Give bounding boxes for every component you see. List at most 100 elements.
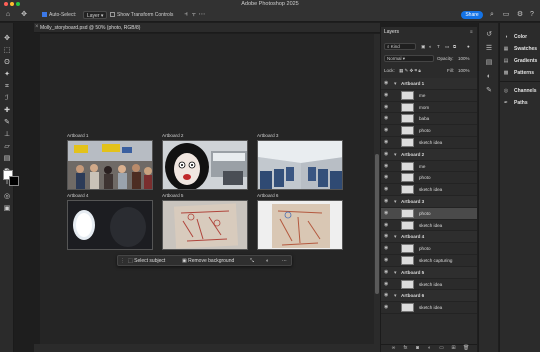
move-tool-icon[interactable]: ✥ <box>20 11 28 19</box>
visibility-eye-icon[interactable]: ◉ <box>384 198 390 204</box>
panel-channels[interactable]: ◎ Channels <box>500 86 540 96</box>
help-icon[interactable]: ? <box>528 11 536 19</box>
move-tool-icon[interactable]: ✥ <box>3 35 11 43</box>
fill-value[interactable]: 100% <box>458 68 470 73</box>
show-transform-checkbox[interactable]: Show Transform Controls <box>110 11 173 19</box>
layers-tab[interactable]: Layers <box>384 29 399 35</box>
filter-smart-icon[interactable]: ⧉ <box>453 44 456 49</box>
layer-name[interactable]: Artboard 4 <box>401 234 424 239</box>
layer-row[interactable]: ◉ sketch capturing <box>381 255 477 267</box>
adjustments-icon[interactable]: ◐ <box>485 73 493 81</box>
layer-name[interactable]: sketch idea <box>419 223 442 228</box>
share-button[interactable]: Share <box>461 11 483 19</box>
visibility-eye-icon[interactable]: ◉ <box>384 92 390 98</box>
filter-pixel-icon[interactable]: ▣ <box>421 44 425 50</box>
visibility-eye-icon[interactable]: ◉ <box>384 210 390 216</box>
artboard-6[interactable] <box>257 200 343 250</box>
layer-thumbnail[interactable] <box>401 114 414 124</box>
layer-group-row[interactable]: ◉ ▾ Artboard 4 <box>381 231 477 244</box>
layer-group-row[interactable]: ◉ ▾ Artboard 6 <box>381 290 477 303</box>
blend-mode-dropdown[interactable]: Normal ▾ <box>384 55 434 62</box>
delete-layer-icon[interactable]: 🗑︎ <box>463 346 469 351</box>
layer-group-row[interactable]: ◉ ▾ Artboard 5 <box>381 266 477 279</box>
history-icon[interactable]: ↺ <box>485 31 493 39</box>
layer-thumbnail[interactable] <box>401 220 414 230</box>
libraries-icon[interactable]: ▤ <box>485 59 493 67</box>
panel-paths[interactable]: ✒ Paths <box>500 98 540 108</box>
add-mask-icon[interactable]: ◙ <box>415 346 420 351</box>
gradient-tool-icon[interactable]: ▤ <box>3 155 11 163</box>
layer-thumbnail[interactable] <box>401 185 414 195</box>
visibility-eye-icon[interactable]: ◉ <box>384 104 390 110</box>
layer-name[interactable]: Artboard 5 <box>401 270 424 275</box>
artboard-label[interactable]: Artboard 1 <box>67 133 88 138</box>
document-tab[interactable]: × Molly_storyboard.psd @ 50% (photo, RGB… <box>34 23 380 33</box>
layer-name[interactable]: sketch idea <box>419 140 442 145</box>
link-layers-icon[interactable]: ∞ <box>391 346 396 351</box>
artboard-3[interactable] <box>257 140 343 190</box>
chevron-down-icon[interactable]: ▾ <box>394 81 397 87</box>
artboard-4[interactable] <box>67 200 153 250</box>
layer-row[interactable]: ◉ sketch idea <box>381 220 477 232</box>
align-left-icon[interactable]: ⫞ <box>182 11 190 19</box>
clone-stamp-tool-icon[interactable]: ⊥ <box>3 131 11 139</box>
align-center-icon[interactable]: ⫟ <box>190 11 198 19</box>
filter-shape-icon[interactable]: ▭ <box>445 44 449 50</box>
chevron-down-icon[interactable]: ▾ <box>394 199 397 205</box>
settings-icon[interactable]: ⚙ <box>516 11 524 19</box>
more-options-icon[interactable]: ⋯ <box>198 11 206 19</box>
visibility-eye-icon[interactable]: ◉ <box>384 222 390 228</box>
properties-icon[interactable]: ☰ <box>485 45 493 53</box>
visibility-eye-icon[interactable]: ◉ <box>384 163 390 169</box>
eyedropper-tool-icon[interactable]: ℐ <box>3 95 11 103</box>
layer-name[interactable]: Artboard 2 <box>401 152 424 157</box>
layer-name[interactable]: baba <box>419 116 429 121</box>
artboard-5[interactable] <box>162 200 248 250</box>
artboard-label[interactable]: Artboard 6 <box>257 193 278 198</box>
visibility-eye-icon[interactable]: ◉ <box>384 116 390 121</box>
visibility-eye-icon[interactable]: ◉ <box>384 305 390 310</box>
chevron-down-icon[interactable]: ▾ <box>394 152 397 158</box>
layer-row[interactable]: ◉ sketch idea <box>381 302 477 314</box>
lasso-tool-icon[interactable]: ʘ <box>3 59 11 67</box>
layer-row[interactable]: ◉ me <box>381 161 477 173</box>
artboard-label[interactable]: Artboard 3 <box>257 133 278 138</box>
layer-name[interactable]: photo <box>419 211 431 216</box>
layer-name[interactable]: photo <box>419 246 431 251</box>
layer-name[interactable]: me <box>419 93 425 98</box>
new-group-icon[interactable]: ▭ <box>439 346 444 351</box>
artboard-label[interactable]: Artboard 2 <box>162 133 183 138</box>
visibility-eye-icon[interactable]: ◉ <box>384 187 390 192</box>
panel-gradients[interactable]: ▤ Gradients <box>500 56 540 66</box>
visibility-eye-icon[interactable]: ◉ <box>384 139 390 145</box>
layer-name[interactable]: Artboard 1 <box>401 81 424 86</box>
layer-name[interactable]: me <box>419 164 425 169</box>
canvas-area[interactable]: Artboard 1 Artboard 2 Artboard 3 Artboar… <box>40 34 374 344</box>
artboard-1[interactable] <box>67 140 153 190</box>
layer-thumbnail[interactable] <box>401 244 414 254</box>
layer-group-row[interactable]: ◉ ▾ Artboard 2 <box>381 148 477 161</box>
scrollbar-thumb[interactable] <box>375 154 379 294</box>
auto-select-checkbox[interactable]: Auto-Select: <box>42 11 76 19</box>
layer-thumbnail[interactable] <box>401 102 414 112</box>
artboard-label[interactable]: Artboard 4 <box>67 193 88 198</box>
layer-thumbnail[interactable] <box>401 90 414 100</box>
lock-icons[interactable]: ▦ ✎ ✥ ⌗ 🔒︎ <box>399 68 421 74</box>
layer-row[interactable]: ◉ photo <box>381 125 477 137</box>
visibility-eye-icon[interactable]: ◉ <box>384 151 390 157</box>
crop-tool-icon[interactable]: ⌗ <box>3 83 11 91</box>
layer-row[interactable]: ◉ baba <box>381 113 477 126</box>
layer-thumbnail[interactable] <box>401 208 414 218</box>
quick-mask-icon[interactable]: ◎ <box>3 193 11 201</box>
layer-row[interactable]: ◉ photo <box>381 243 477 255</box>
visibility-eye-icon[interactable]: ◉ <box>384 128 390 133</box>
layer-thumbnail[interactable] <box>401 303 414 313</box>
filter-adjustment-icon[interactable]: ◐ <box>429 44 432 49</box>
home-icon[interactable]: ⌂ <box>4 11 12 19</box>
object-select-tool-icon[interactable]: ✦ <box>3 71 11 79</box>
close-tab-icon[interactable]: × <box>35 24 39 30</box>
chevron-down-icon[interactable]: ▾ <box>394 293 397 299</box>
new-layer-icon[interactable]: ⊞ <box>451 346 456 351</box>
select-subject-button[interactable]: ⬚ Select subject <box>128 258 165 265</box>
layer-name[interactable]: sketch idea <box>419 187 442 192</box>
